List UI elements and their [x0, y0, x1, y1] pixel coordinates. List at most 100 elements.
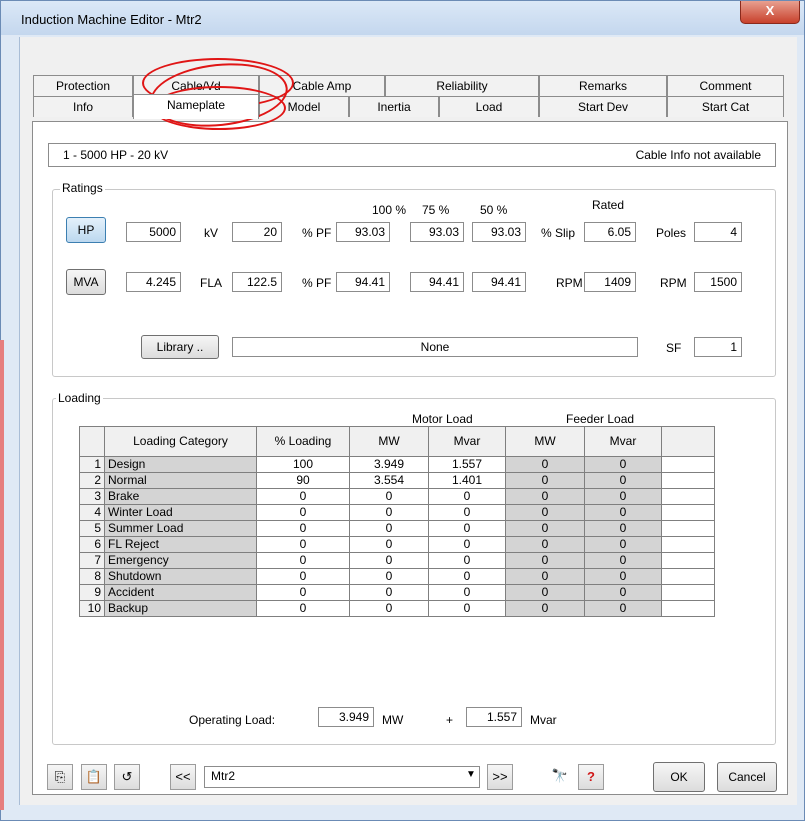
tab-comment[interactable]: Comment	[667, 75, 784, 96]
mva-button[interactable]: MVA	[66, 269, 106, 295]
info-bar: 1 - 5000 HP - 20 kV Cable Info not avail…	[48, 143, 776, 167]
eff-label: % PF	[302, 226, 332, 240]
default-icon[interactable]: ↺	[114, 764, 140, 790]
pf-50-field[interactable]: 94.41	[472, 272, 526, 292]
library-button[interactable]: Library ..	[141, 335, 219, 359]
loading-category-cell: Backup	[104, 600, 257, 617]
col-motor-mvar: Mvar	[428, 426, 506, 457]
tab-remarks[interactable]: Remarks	[539, 75, 667, 96]
row-number: 8	[79, 568, 105, 585]
motor-mvar-cell: 0	[428, 504, 506, 521]
feeder-mvar-cell: 0	[584, 456, 662, 473]
pct-loading-cell[interactable]: 100	[256, 456, 350, 473]
kv-field[interactable]: 20	[232, 222, 282, 242]
slip-field[interactable]: 6.05	[584, 222, 636, 242]
tab-start-cat[interactable]: Start Cat	[667, 96, 784, 117]
row-number: 10	[79, 600, 105, 617]
row-number: 9	[79, 584, 105, 601]
pct-loading-cell[interactable]: 0	[256, 504, 350, 521]
feeder-mw-cell: 0	[505, 568, 585, 585]
tab-reliability[interactable]: Reliability	[385, 75, 539, 96]
motor-mvar-cell: 0	[428, 536, 506, 553]
pct-loading-cell[interactable]: 0	[256, 600, 350, 617]
extra-cell	[661, 472, 715, 489]
poles-field[interactable]: 4	[694, 222, 742, 242]
paste-icon[interactable]: 📋	[81, 764, 107, 790]
col-loading-category: Loading Category	[104, 426, 257, 457]
pct-loading-cell[interactable]: 90	[256, 472, 350, 489]
feeder-mw-cell: 0	[505, 456, 585, 473]
tab-protection[interactable]: Protection	[33, 75, 133, 96]
tab-nameplate[interactable]: Nameplate	[133, 94, 259, 119]
feeder-mvar-cell: 0	[584, 568, 662, 585]
feeder-mvar-cell: 0	[584, 520, 662, 537]
eff-75-field[interactable]: 93.03	[410, 222, 464, 242]
chevron-down-icon[interactable]: ▼	[466, 769, 476, 780]
binoculars-icon[interactable]: 🔭	[547, 764, 573, 790]
help-icon[interactable]: ?	[578, 764, 604, 790]
motor-mw-cell: 0	[349, 600, 429, 617]
hp-button[interactable]: HP	[66, 217, 106, 243]
feeder-mvar-cell: 0	[584, 536, 662, 553]
element-select[interactable]: Mtr2	[204, 766, 480, 788]
mva-field[interactable]: 4.245	[126, 272, 181, 292]
extra-cell	[661, 488, 715, 505]
pct-loading-cell[interactable]: 0	[256, 584, 350, 601]
pct-loading-cell[interactable]: 0	[256, 552, 350, 569]
feeder-mvar-cell: 0	[584, 504, 662, 521]
operating-mvar-field: 1.557	[466, 707, 522, 727]
pct-loading-cell[interactable]: 0	[256, 520, 350, 537]
motor-mw-cell: 0	[349, 584, 429, 601]
eff-50-field[interactable]: 93.03	[472, 222, 526, 242]
sf-field[interactable]: 1	[694, 337, 742, 357]
close-button[interactable]: X	[740, 1, 800, 24]
motor-mw-cell: 0	[349, 520, 429, 537]
extra-cell	[661, 520, 715, 537]
hp-field[interactable]: 5000	[126, 222, 181, 242]
motor-mw-cell: 3.554	[349, 472, 429, 489]
motor-mvar-cell: 1.401	[428, 472, 506, 489]
row-number: 5	[79, 520, 105, 537]
motor-mvar-cell: 0	[428, 488, 506, 505]
tab-start-dev[interactable]: Start Dev	[539, 96, 667, 117]
feeder-mw-cell: 0	[505, 488, 585, 505]
mvar-unit: Mvar	[530, 713, 557, 727]
pf-75-field[interactable]: 94.41	[410, 272, 464, 292]
row-number: 2	[79, 472, 105, 489]
pf-100-field[interactable]: 94.41	[336, 272, 390, 292]
extra-header	[661, 426, 715, 457]
motor-mw-cell: 0	[349, 568, 429, 585]
fla-field[interactable]: 122.5	[232, 272, 282, 292]
library-field: None	[232, 337, 638, 357]
slip-label: % Slip	[541, 226, 576, 240]
tab-load[interactable]: Load	[439, 96, 539, 117]
rpm-label: RPM	[556, 276, 583, 290]
tab-info[interactable]: Info	[33, 96, 133, 117]
previous-element-icon[interactable]: <<	[170, 764, 196, 790]
loading-category-cell: Emergency	[104, 552, 257, 569]
ok-button[interactable]: OK	[653, 762, 705, 792]
table-row: 6 FL Reject 0 0 0 0 0	[79, 536, 715, 553]
loading-category-cell: Shutdown	[104, 568, 257, 585]
row-number: 6	[79, 536, 105, 553]
copy-icon[interactable]: ⎘	[47, 764, 73, 790]
sync-rpm-label: RPM	[660, 276, 687, 290]
feeder-mvar-cell: 0	[584, 552, 662, 569]
loading-category-cell: Design	[104, 456, 257, 473]
pct-loading-cell[interactable]: 0	[256, 488, 350, 505]
col-75-label: 75 %	[422, 203, 450, 217]
extra-cell	[661, 584, 715, 601]
window-edge-strip	[0, 340, 4, 810]
cancel-button[interactable]: Cancel	[717, 762, 777, 792]
motor-mvar-cell: 0	[428, 600, 506, 617]
loading-category-cell: Normal	[104, 472, 257, 489]
pct-loading-cell[interactable]: 0	[256, 568, 350, 585]
info-bar-description: 1 - 5000 HP - 20 kV	[63, 148, 169, 162]
pct-loading-cell[interactable]: 0	[256, 536, 350, 553]
tab-inertia[interactable]: Inertia	[349, 96, 439, 117]
sync-rpm-field[interactable]: 1500	[694, 272, 742, 292]
next-element-icon[interactable]: >>	[487, 764, 513, 790]
eff-100-field[interactable]: 93.03	[336, 222, 390, 242]
motor-load-label: Motor Load	[412, 412, 473, 426]
rpm-field[interactable]: 1409	[584, 272, 636, 292]
